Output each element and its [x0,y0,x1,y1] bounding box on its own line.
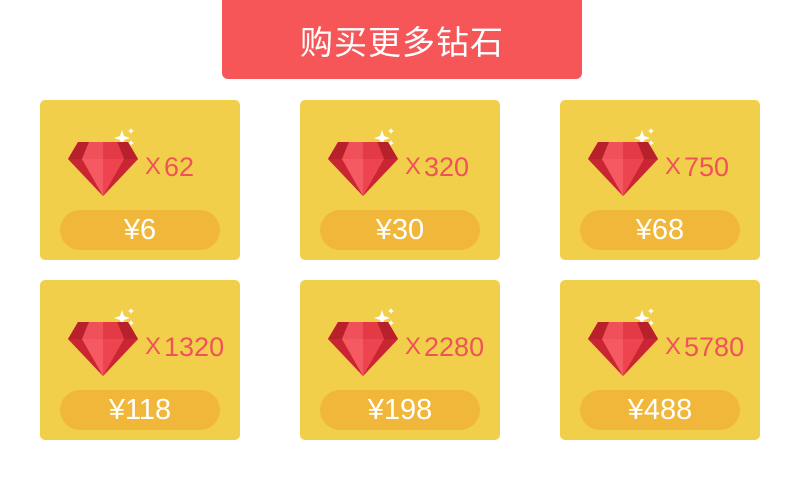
diamond-gem-icon [587,128,659,196]
price-button[interactable]: ¥30 [320,210,480,250]
quantity-prefix: X [405,333,422,360]
quantity-prefix: X [665,153,682,180]
price-button[interactable]: ¥198 [320,390,480,430]
quantity-value: 320 [424,151,470,182]
quantity-prefix: X [145,333,162,360]
diamond-shop: 购买更多钻石 X 62 ¥6 X 320 ¥30 X 750 ¥68 X 132… [0,0,800,500]
diamond-pack-card[interactable]: X 5780 ¥488 [560,280,760,440]
quantity-prefix: X [665,333,682,360]
quantity-value: 750 [684,151,730,182]
diamond-pack-card[interactable]: X 750 ¥68 [560,100,760,260]
diamond-pack-card[interactable]: X 1320 ¥118 [40,280,240,440]
diamond-gem-icon [67,128,139,196]
quantity-prefix: X [145,153,162,180]
diamond-pack-card[interactable]: X 2280 ¥198 [300,280,500,440]
price-button[interactable]: ¥488 [580,390,740,430]
diamond-pack-card[interactable]: X 320 ¥30 [300,100,500,260]
diamond-gem-icon [587,308,659,376]
diamond-pack-card[interactable]: X 62 ¥6 [40,100,240,260]
pack-quantity: X 320 [405,152,469,182]
pack-quantity: X 5780 [665,332,744,362]
quantity-value: 62 [164,151,195,182]
price-button[interactable]: ¥68 [580,210,740,250]
price-button[interactable]: ¥118 [60,390,220,430]
buy-more-diamonds-button[interactable]: 购买更多钻石 [222,0,582,79]
pack-quantity: X 750 [665,152,729,182]
price-button[interactable]: ¥6 [60,210,220,250]
quantity-value: 2280 [424,331,485,362]
pack-quantity: X 62 [145,152,194,182]
quantity-value: 1320 [164,331,225,362]
diamond-gem-icon [327,128,399,196]
pack-quantity: X 2280 [405,332,484,362]
diamond-gem-icon [327,308,399,376]
quantity-value: 5780 [684,331,745,362]
quantity-prefix: X [405,153,422,180]
diamond-gem-icon [67,308,139,376]
pack-quantity: X 1320 [145,332,224,362]
